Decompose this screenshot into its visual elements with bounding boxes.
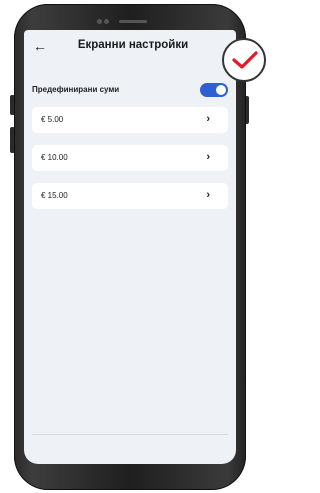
check-icon — [232, 51, 258, 69]
page-title: Екранни настройки — [77, 39, 189, 51]
toggle-knob — [216, 85, 226, 95]
amount-value: € 15.00 — [41, 191, 68, 200]
speaker-grille — [119, 20, 147, 23]
stage: ← Екранни настройки Предефинирани суми €… — [0, 0, 266, 493]
amount-value: € 5.00 — [41, 115, 64, 124]
bottom-divider — [32, 434, 228, 435]
arrow-left-icon[interactable]: ← — [32, 38, 48, 54]
predefined-amounts-row: Предефинирани суми — [32, 82, 228, 100]
app-header: ← Екранни настройки — [24, 30, 236, 66]
amount-item[interactable]: € 15.00 › — [32, 183, 228, 209]
amount-item[interactable]: € 10.00 › — [32, 145, 228, 171]
amount-value: € 10.00 — [41, 153, 68, 162]
amount-item[interactable]: € 5.00 › — [32, 107, 228, 133]
chevron-right-icon: › — [206, 151, 210, 163]
check-badge — [222, 38, 266, 82]
chevron-right-icon: › — [206, 189, 210, 201]
chevron-right-icon: › — [206, 113, 210, 125]
camera-icon — [97, 19, 102, 24]
predefined-amounts-label: Предефинирани суми — [32, 85, 120, 94]
sensor-icon — [104, 19, 109, 24]
phone-screen: ← Екранни настройки Предефинирани суми €… — [24, 30, 236, 464]
predefined-amounts-toggle[interactable] — [200, 83, 228, 97]
